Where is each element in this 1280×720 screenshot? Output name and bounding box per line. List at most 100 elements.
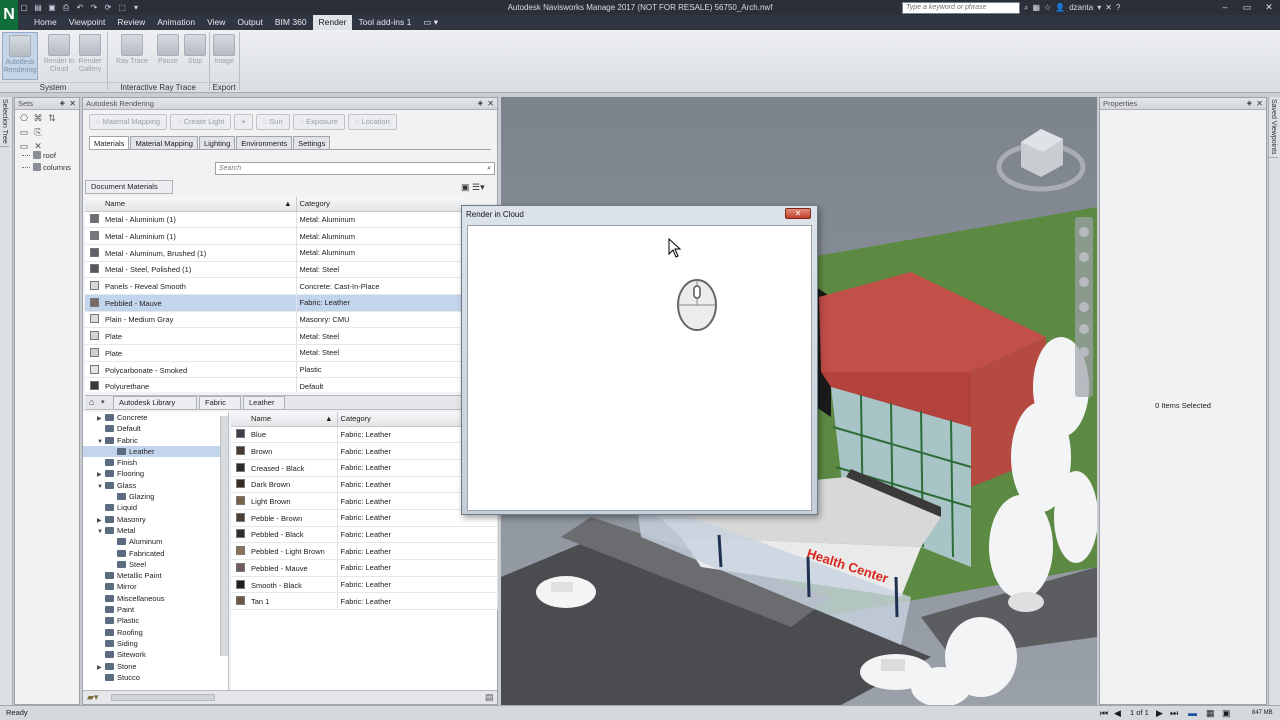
library-column-name[interactable]: Name ▲ [231, 412, 338, 427]
star-icon[interactable]: ☆ [1044, 3, 1051, 12]
app-logo[interactable]: N [0, 0, 18, 30]
select-icon[interactable]: ⬚ [116, 2, 128, 13]
tree-node[interactable]: Finish [83, 457, 228, 468]
navigation-bar[interactable] [1075, 217, 1093, 397]
tree-node[interactable]: ▼ Metal [83, 525, 228, 536]
tree-node[interactable]: Stucco [83, 672, 228, 683]
create-light-button[interactable]: ◌ Create Light [170, 114, 232, 130]
table-row[interactable]: Pebble - Brown Fabric: Leather [231, 509, 498, 527]
tree-node[interactable]: Siding [83, 638, 228, 649]
stop-button[interactable]: Stop [180, 32, 210, 80]
sort-icon[interactable]: ⇅ [46, 113, 58, 125]
subscription-icon[interactable]: ▦ [1032, 3, 1040, 12]
close-icon[interactable]: ✕ [487, 98, 494, 110]
home-icon[interactable]: ⌂ [89, 397, 94, 407]
table-row[interactable]: Tan 1 Fabric: Leather [231, 592, 498, 611]
expand-arrow-icon[interactable]: ▼ [97, 437, 105, 448]
redo-icon[interactable]: ↷ [88, 2, 100, 13]
table-row[interactable]: Blue Fabric: Leather [231, 426, 498, 444]
chevron-down-icon[interactable]: ▾ [1097, 3, 1101, 12]
tree-node[interactable]: Fabricated [83, 548, 228, 559]
ray-trace-button[interactable]: Ray Trace [114, 32, 150, 80]
crumb-autodesk-library[interactable]: Autodesk Library [113, 396, 197, 410]
tree-node[interactable]: ▼ Fabric [83, 435, 228, 446]
set-item[interactable]: roof [15, 150, 79, 162]
location-button[interactable]: ◌ Location [347, 114, 397, 130]
tree-node[interactable]: ▼ Glass [83, 480, 228, 491]
tree-node[interactable]: Metallic Paint [83, 570, 228, 581]
prev-page-icon[interactable]: ◀ [1114, 706, 1121, 720]
open-icon[interactable]: ▤ [32, 2, 44, 13]
exposure-button[interactable]: ◌ Exposure [292, 114, 345, 130]
new-icon[interactable]: ▢ [18, 2, 30, 13]
table-row[interactable]: Pebbled - Mauve Fabric: Leather [231, 559, 498, 577]
table-row[interactable]: Pebbled - Light Brown Fabric: Leather [231, 542, 498, 560]
column-header-category[interactable]: Category [296, 197, 463, 212]
subtab-materials[interactable]: Materials [89, 136, 130, 149]
tree-node[interactable]: Default [83, 423, 228, 434]
subtab-settings[interactable]: Settings [293, 136, 331, 149]
dialog-close-button[interactable]: ✕ [785, 208, 811, 219]
light-glyph-icon[interactable]: ⌖ [234, 114, 253, 130]
table-row[interactable]: Polycarbonate - Smoked Plastic [85, 361, 463, 379]
saved-viewpoints-tab[interactable]: Saved Viewpoints [1269, 97, 1278, 158]
view-options-icon[interactable]: ▣ ☰▾ [461, 182, 485, 193]
tree-node[interactable]: Plastic [83, 615, 228, 626]
ribbon-minimize-icon[interactable]: ▭ ▾ [417, 15, 444, 30]
tree-node[interactable]: Miscellaneous [83, 593, 228, 604]
save-selection-icon[interactable]: ⎔ [18, 113, 30, 125]
table-row[interactable]: Pebbled - Mauve Fabric: Leather [85, 294, 463, 312]
tree-node[interactable]: Mirror [83, 581, 228, 592]
table-row[interactable]: Smooth - Black Fabric: Leather [231, 576, 498, 594]
image-export-button[interactable]: Image [208, 32, 240, 80]
column-header-name[interactable]: Name ▲ [85, 197, 297, 212]
last-page-icon[interactable]: ⏭ [1170, 706, 1178, 720]
save-icon[interactable]: ▣ [46, 2, 58, 13]
refresh-icon[interactable]: ⟳ [102, 2, 114, 13]
document-materials-breadcrumb[interactable]: Document Materials [85, 180, 173, 194]
first-page-icon[interactable]: ⏮ [1100, 706, 1108, 720]
close-icon[interactable]: ✕ [1258, 0, 1280, 15]
pin-icon[interactable]: ◈ [478, 98, 483, 110]
tree-node[interactable]: Roofing [83, 627, 228, 638]
next-page-icon[interactable]: ▶ [1156, 706, 1163, 720]
tab-home[interactable]: Home [28, 15, 63, 30]
subtab-material-mapping[interactable]: Material Mapping [130, 136, 198, 149]
exchange-icon[interactable]: ✕ [1105, 3, 1112, 12]
search-icon[interactable]: ⌕ [487, 163, 491, 174]
close-icon[interactable]: ✕ [1256, 98, 1263, 110]
tab-view[interactable]: View [201, 15, 231, 30]
tab-review[interactable]: Review [111, 15, 151, 30]
tab-output[interactable]: Output [231, 15, 269, 30]
pin-icon[interactable]: ◈ [1247, 98, 1252, 110]
tab-tool-add-ins-1[interactable]: Tool add-ins 1 [352, 15, 417, 30]
maximize-icon[interactable]: ▭ [1236, 0, 1258, 15]
table-row[interactable]: Panels - Reveal Smooth Concrete: Cast-In-… [85, 277, 463, 295]
dropdown-icon[interactable]: ▾ [130, 2, 142, 13]
crumb-fabric[interactable]: Fabric [199, 396, 241, 410]
tree-node[interactable]: ▶ Concrete [83, 412, 228, 423]
table-row[interactable]: Metal - Aluminum, Brushed (1) Metal: Alum… [85, 244, 463, 262]
tab-render[interactable]: Render [312, 15, 353, 30]
material-mapping-button[interactable]: ◌ Material Mapping [89, 114, 168, 130]
crumb-leather[interactable]: Leather [243, 396, 285, 410]
user-name[interactable]: dzanta [1069, 3, 1093, 12]
close-icon[interactable]: ✕ [69, 98, 76, 110]
table-row[interactable]: Plate Metal: Steel [85, 344, 463, 362]
tree-scrollbar[interactable] [220, 416, 228, 656]
help-search-input[interactable]: Type a keyword or phrase [902, 2, 1020, 14]
search-icon[interactable]: ⌕ [1024, 3, 1028, 13]
material-search-input[interactable]: Search ⌕ [215, 162, 495, 175]
tree-node[interactable]: ▶ Stone [83, 661, 228, 672]
print-icon[interactable]: ⎙ [60, 2, 72, 13]
subtab-environments[interactable]: Environments [236, 136, 293, 149]
table-row[interactable]: Brown Fabric: Leather [231, 442, 498, 460]
tab-bim-360[interactable]: BIM 360 [269, 15, 313, 30]
tree-node[interactable]: Liquid [83, 502, 228, 513]
tree-node[interactable]: Paint [83, 604, 228, 615]
duplicate-icon[interactable]: ⎘ [32, 127, 44, 139]
table-row[interactable]: Pebbled - Black Fabric: Leather [231, 526, 498, 544]
tree-node[interactable]: Steel [83, 559, 228, 570]
undo-icon[interactable]: ↶ [74, 2, 86, 13]
subtab-lighting[interactable]: Lighting [198, 136, 236, 149]
